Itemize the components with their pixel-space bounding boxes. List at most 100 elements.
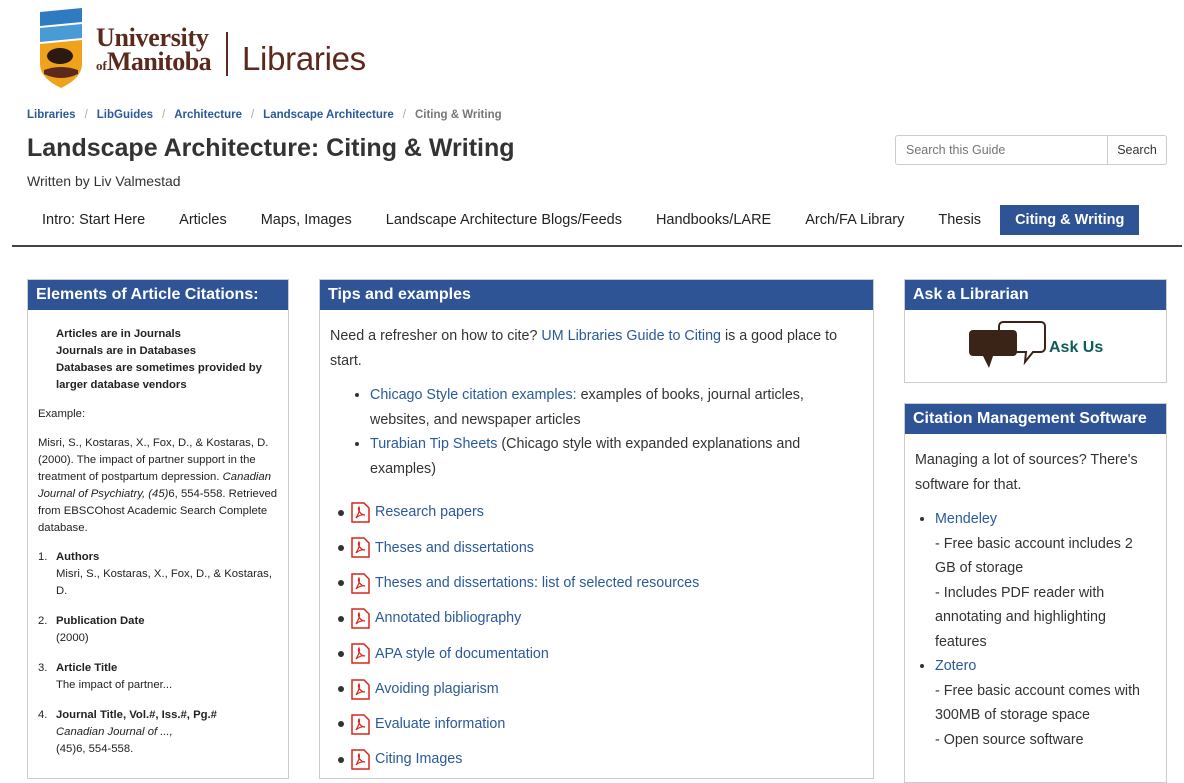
pdf-icon xyxy=(351,678,370,700)
element-italic: Canadian Journal of ..., xyxy=(56,726,173,738)
tab-handbooks-lare[interactable]: Handbooks/LARE xyxy=(641,205,786,235)
pdf-icon xyxy=(351,643,370,665)
style-links-list: Chicago Style citation examples: example… xyxy=(370,383,863,481)
pdf-guides-list: Research papers Theses and dissertations… xyxy=(338,495,863,777)
tab-arch-fa-library[interactable]: Arch/FA Library xyxy=(790,205,919,235)
intro-line: Databases are sometimes provided by larg… xyxy=(56,362,262,391)
box-heading: Citation Management Software xyxy=(905,404,1166,434)
cms-note: - Free basic account includes 2 GB of st… xyxy=(935,535,1133,577)
page-title: Landscape Architecture: Citing & Writing xyxy=(27,134,515,162)
search-input[interactable] xyxy=(895,135,1107,165)
search-button[interactable]: Search xyxy=(1107,135,1167,165)
tips-intro: Need a refresher on how to cite? UM Libr… xyxy=(330,328,838,369)
cms-note: - Free basic account comes with 300MB of… xyxy=(935,682,1141,724)
ask-librarian-box: Ask a Librarian Ask Us xyxy=(904,279,1167,383)
tab-citing-writing[interactable]: Citing & Writing xyxy=(1000,205,1140,235)
list-item: Avoiding plagiarism xyxy=(338,671,863,706)
list-item: Chicago Style citation examples: example… xyxy=(370,383,863,432)
cms-list: Mendeley - Free basic account includes 2… xyxy=(935,507,1156,752)
breadcrumb-libraries[interactable]: Libraries xyxy=(27,109,76,121)
element-value: (45)6, 554-558. xyxy=(56,743,134,755)
cms-note: - Includes PDF reader with annotating an… xyxy=(935,584,1106,650)
pdf-icon xyxy=(351,714,370,735)
pdf-link-theses[interactable]: Theses and dissertations xyxy=(375,536,534,561)
list-item: APA style of documentation xyxy=(338,636,863,671)
wordmark-manitoba: Manitoba xyxy=(106,47,212,76)
element-value: (2000) xyxy=(56,632,89,644)
element-value: The impact of partner... xyxy=(56,679,173,691)
mendeley-link[interactable]: Mendeley xyxy=(935,511,997,527)
list-item: Citing Images xyxy=(338,742,863,777)
ask-us-link[interactable]: Ask Us xyxy=(969,320,1103,372)
pdf-link-apa-style[interactable]: APA style of documentation xyxy=(375,642,549,667)
citation-intro: Articles are in Journals Journals are in… xyxy=(38,326,278,394)
site-logo[interactable]: University ofManitoba Libraries xyxy=(38,8,378,90)
example-citation: Misri, S., Kostaras, X., Fox, D., & Kost… xyxy=(38,435,278,537)
element-label: Authors xyxy=(56,551,100,563)
guide-search: Search xyxy=(895,135,1167,165)
zotero-link[interactable]: Zotero xyxy=(935,658,976,674)
pdf-link-avoiding-plagiarism[interactable]: Avoiding plagiarism xyxy=(375,677,499,702)
cms-note: - Open source software xyxy=(935,731,1084,748)
tab-intro[interactable]: Intro: Start Here xyxy=(27,205,160,235)
list-item: 3. Article Title The impact of partner... xyxy=(38,662,173,691)
pdf-icon xyxy=(351,572,370,594)
list-item: 4. Journal Title, Vol.#, Iss.#, Pg.# Canad… xyxy=(38,709,217,755)
citation-management-box: Citation Management Software Managing a … xyxy=(904,403,1167,783)
turabian-link[interactable]: Turabian Tip Sheets xyxy=(370,436,497,452)
logo-divider xyxy=(226,32,228,76)
element-label: Article Title xyxy=(56,662,118,674)
list-item: Evaluate information xyxy=(338,707,863,742)
breadcrumb-libguides[interactable]: LibGuides xyxy=(97,109,153,121)
pdf-link-research-papers[interactable]: Research papers xyxy=(375,500,484,525)
chicago-style-link[interactable]: Chicago Style citation examples: xyxy=(370,387,577,403)
intro-line: Journals are in Databases xyxy=(56,345,197,357)
example-label: Example: xyxy=(38,408,86,420)
list-item: Theses and dissertations xyxy=(338,530,863,565)
tabs-divider xyxy=(12,245,1182,247)
pdf-icon xyxy=(351,749,370,770)
article-citations-box: Elements of Article Citations: Articles … xyxy=(27,279,289,779)
tab-thesis[interactable]: Thesis xyxy=(923,205,996,235)
box-heading: Tips and examples xyxy=(320,280,873,310)
element-label: Journal Title, Vol.#, Iss.#, Pg.# xyxy=(56,709,217,721)
pdf-icon xyxy=(351,537,370,559)
tab-maps-images[interactable]: Maps, Images xyxy=(246,205,367,235)
guide-author: Written by Liv Valmestad xyxy=(27,173,181,189)
box-heading: Ask a Librarian xyxy=(905,280,1166,310)
pdf-link-annotated-bibliography[interactable]: Annotated bibliography xyxy=(375,606,521,631)
wordmark-of: of xyxy=(96,58,107,73)
breadcrumb-architecture[interactable]: Architecture xyxy=(174,109,242,121)
pdf-icon xyxy=(351,608,370,629)
list-item: Zotero - Free basic account comes with 3… xyxy=(935,654,1156,752)
element-value: Misri, S., Kostaras, X., Fox, D., & Kost… xyxy=(56,568,272,597)
chat-bubbles-icon xyxy=(969,321,1046,368)
element-label: Publication Date xyxy=(56,615,145,627)
breadcrumb-current: Citing & Writing xyxy=(414,109,502,121)
list-item: 2. Publication Date (2000) xyxy=(38,615,145,644)
tab-blogs-feeds[interactable]: Landscape Architecture Blogs/Feeds xyxy=(371,205,637,235)
list-item: Theses and dissertations: list of select… xyxy=(338,566,863,601)
cms-intro: Managing a lot of sources? There's softw… xyxy=(915,452,1138,493)
list-item: Research papers xyxy=(338,495,863,530)
university-shield-icon xyxy=(40,8,82,88)
list-item: Annotated bibliography xyxy=(338,601,863,636)
list-item: 1. Authors Misri, S., Kostaras, X., Fox, D… xyxy=(38,549,278,600)
citation-elements-list: 1. Authors Misri, S., Kostaras, X., Fox, D… xyxy=(38,549,278,758)
breadcrumb-landscape-architecture[interactable]: Landscape Architecture xyxy=(263,109,394,121)
libraries-wordmark: Libraries xyxy=(242,40,366,77)
pdf-icon xyxy=(351,502,370,523)
pdf-link-theses-resources[interactable]: Theses and dissertations: list of select… xyxy=(375,571,699,596)
list-item: Mendeley - Free basic account includes 2… xyxy=(935,507,1156,654)
um-citing-guide-link[interactable]: UM Libraries Guide to Citing xyxy=(541,328,721,344)
ask-us-label: Ask Us xyxy=(1049,339,1104,356)
box-heading: Elements of Article Citations: xyxy=(28,280,288,310)
tab-articles[interactable]: Articles xyxy=(164,205,242,235)
tips-examples-box: Tips and examples Need a refresher on ho… xyxy=(319,279,874,779)
breadcrumb: Libraries / LibGuides / Architecture / Landsca… xyxy=(27,109,502,121)
pdf-link-citing-images[interactable]: Citing Images xyxy=(375,747,462,772)
intro-line: Articles are in Journals xyxy=(56,328,181,340)
pdf-link-evaluate-information[interactable]: Evaluate information xyxy=(375,712,505,737)
list-item: Turabian Tip Sheets (Chicago style with … xyxy=(370,432,863,481)
guide-tabs: Intro: Start Here Articles Maps, Images … xyxy=(27,205,1143,235)
